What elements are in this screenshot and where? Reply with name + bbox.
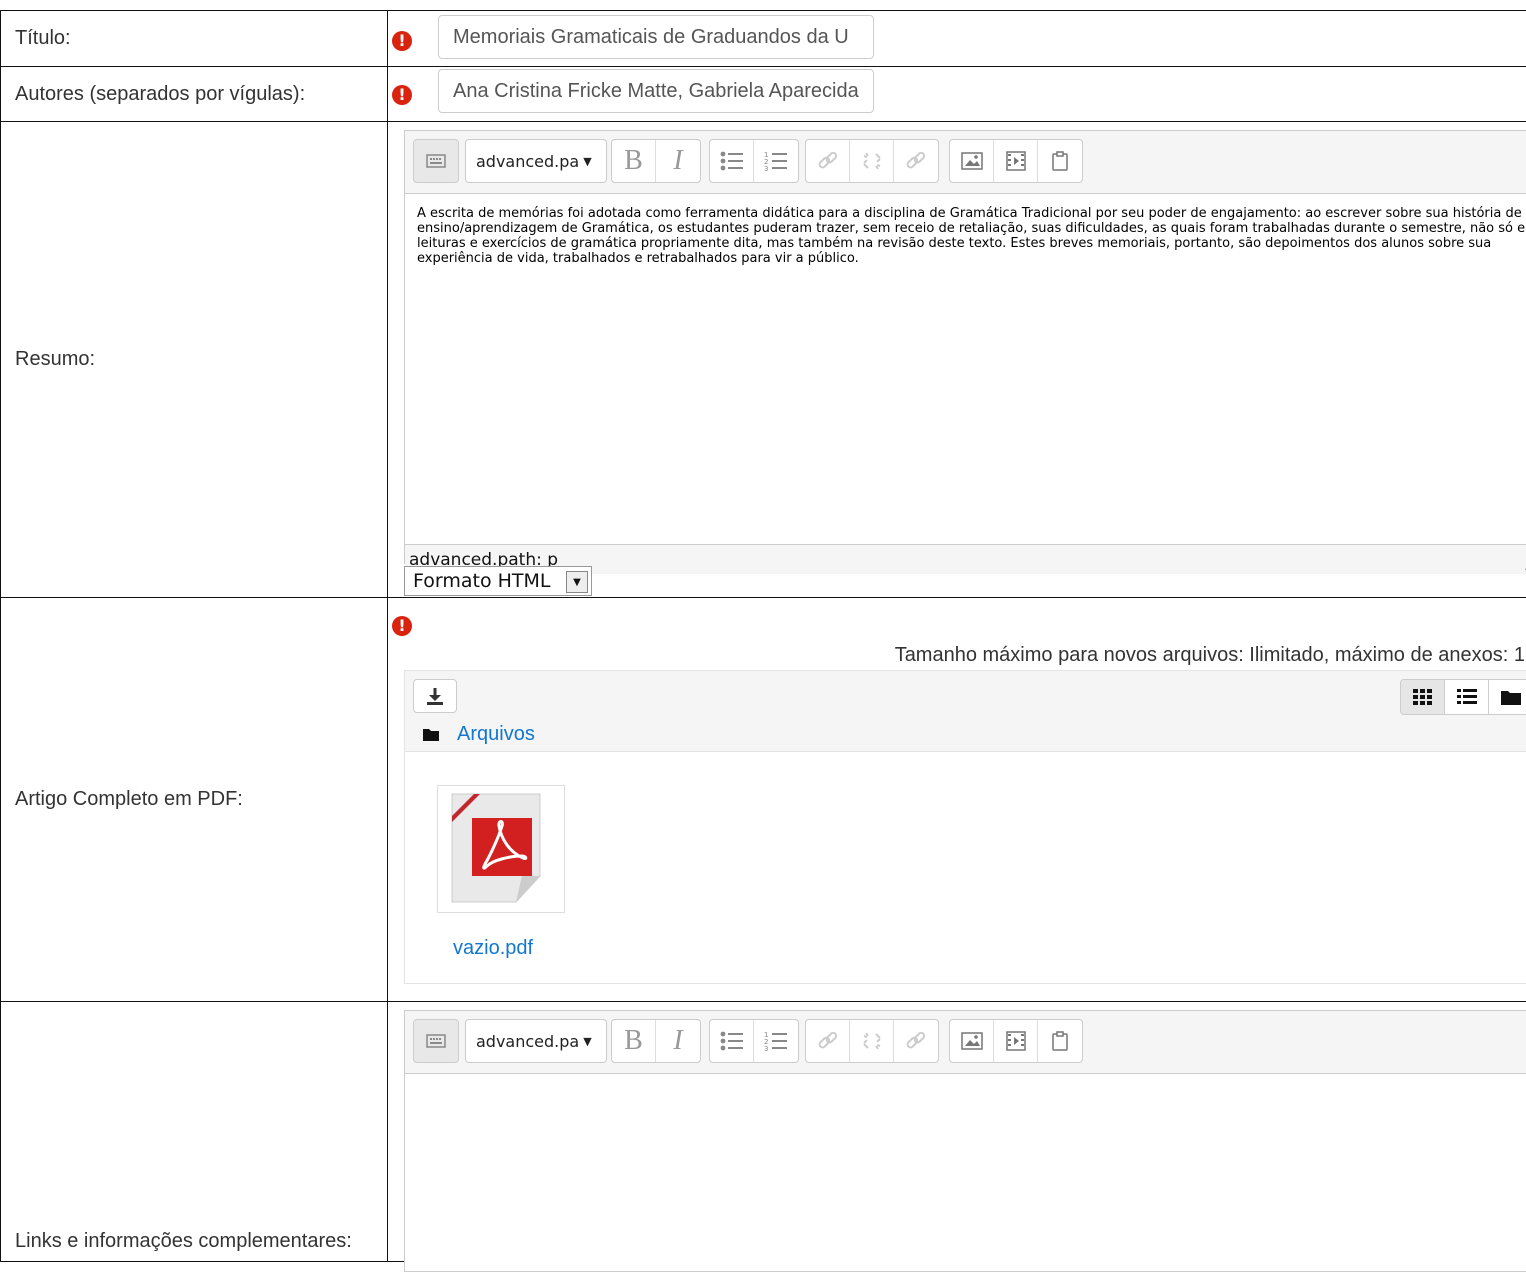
links-editor: advanced.pa▼ B I 123	[404, 1010, 1526, 1272]
submission-form: Título: ! Memoriais Gramaticais de Gradu…	[0, 10, 1526, 1262]
title-input[interactable]: Memoriais Gramaticais de Graduandos da U	[438, 15, 874, 59]
folder-view-icon[interactable]	[1489, 680, 1526, 714]
svg-text:3: 3	[764, 165, 768, 172]
anchor-icon[interactable]	[894, 140, 938, 182]
list-view-icon[interactable]	[1445, 680, 1489, 714]
abstract-editor: advanced.pa▼ B I 123	[404, 130, 1526, 564]
italic-icon[interactable]: I	[656, 140, 700, 182]
bold-icon[interactable]: B	[612, 1020, 656, 1062]
abstract-textarea[interactable]: A escrita de memórias foi adotada como f…	[405, 194, 1526, 544]
anchor-icon[interactable]	[894, 1020, 938, 1062]
image-icon[interactable]	[950, 140, 994, 182]
unlink-icon[interactable]	[850, 140, 894, 182]
abstract-label: Resumo:	[1, 122, 388, 598]
editor-toolbar: advanced.pa▼ B I 123	[405, 131, 1526, 194]
file-item[interactable]: vazio.pdf	[437, 785, 565, 913]
media-icon[interactable]	[994, 140, 1038, 182]
required-icon: !	[392, 31, 412, 51]
link-icon[interactable]	[806, 1020, 850, 1062]
chevron-down-icon: ▼	[566, 571, 588, 593]
upload-limits: Tamanho máximo para novos arquivos: Ilim…	[895, 644, 1525, 667]
authors-label: Autores (separados por vígulas):	[1, 67, 388, 122]
bold-icon[interactable]: B	[612, 140, 656, 182]
folder-breadcrumb: Arquivos	[423, 723, 535, 746]
pdf-row: Artigo Completo em PDF: ! Tamanho máximo…	[1, 598, 1526, 1002]
paste-icon[interactable]	[1038, 140, 1082, 182]
links-label: Links e informações complementares:	[1, 1002, 388, 1262]
keyboard-icon[interactable]	[414, 1020, 458, 1062]
file-manager: Arquivos vazio.pdf	[404, 670, 1526, 984]
editor-toolbar: advanced.pa▼ B I 123	[405, 1011, 1526, 1074]
numbered-list-icon[interactable]: 123	[754, 140, 798, 182]
links-row: Links e informações complementares: adva…	[1, 1002, 1526, 1262]
paste-icon[interactable]	[1038, 1020, 1082, 1062]
download-icon	[426, 687, 444, 705]
format-select[interactable]: Formato HTML▼	[404, 566, 592, 596]
authors-row: Autores (separados por vígulas): ! Ana C…	[1, 67, 1526, 122]
title-label: Título:	[1, 11, 388, 67]
image-icon[interactable]	[950, 1020, 994, 1062]
media-icon[interactable]	[994, 1020, 1038, 1062]
grid-view-icon[interactable]	[1401, 680, 1445, 714]
abstract-row: Resumo: advanced.pa▼ B I	[1, 122, 1526, 598]
pdf-label: Artigo Completo em PDF:	[1, 598, 388, 1002]
keyboard-icon[interactable]	[414, 140, 458, 182]
file-name[interactable]: vazio.pdf	[453, 937, 533, 960]
paragraph-dropdown[interactable]: advanced.pa▼	[466, 140, 606, 182]
required-icon: !	[392, 85, 412, 105]
links-textarea[interactable]	[405, 1074, 1526, 1264]
folder-icon	[423, 728, 439, 741]
bullet-list-icon[interactable]	[710, 140, 754, 182]
title-row: Título: ! Memoriais Gramaticais de Gradu…	[1, 11, 1526, 67]
download-button[interactable]	[413, 679, 457, 713]
svg-text:3: 3	[764, 1045, 768, 1052]
italic-icon[interactable]: I	[656, 1020, 700, 1062]
paragraph-dropdown[interactable]: advanced.pa▼	[466, 1020, 606, 1062]
numbered-list-icon[interactable]: 123	[754, 1020, 798, 1062]
required-icon: !	[392, 616, 412, 636]
unlink-icon[interactable]	[850, 1020, 894, 1062]
authors-input[interactable]: Ana Cristina Fricke Matte, Gabriela Apar…	[438, 69, 874, 113]
pdf-file-icon	[437, 785, 565, 913]
link-icon[interactable]	[806, 140, 850, 182]
folder-link[interactable]: Arquivos	[457, 723, 535, 746]
view-switcher	[1400, 679, 1526, 715]
bullet-list-icon[interactable]	[710, 1020, 754, 1062]
